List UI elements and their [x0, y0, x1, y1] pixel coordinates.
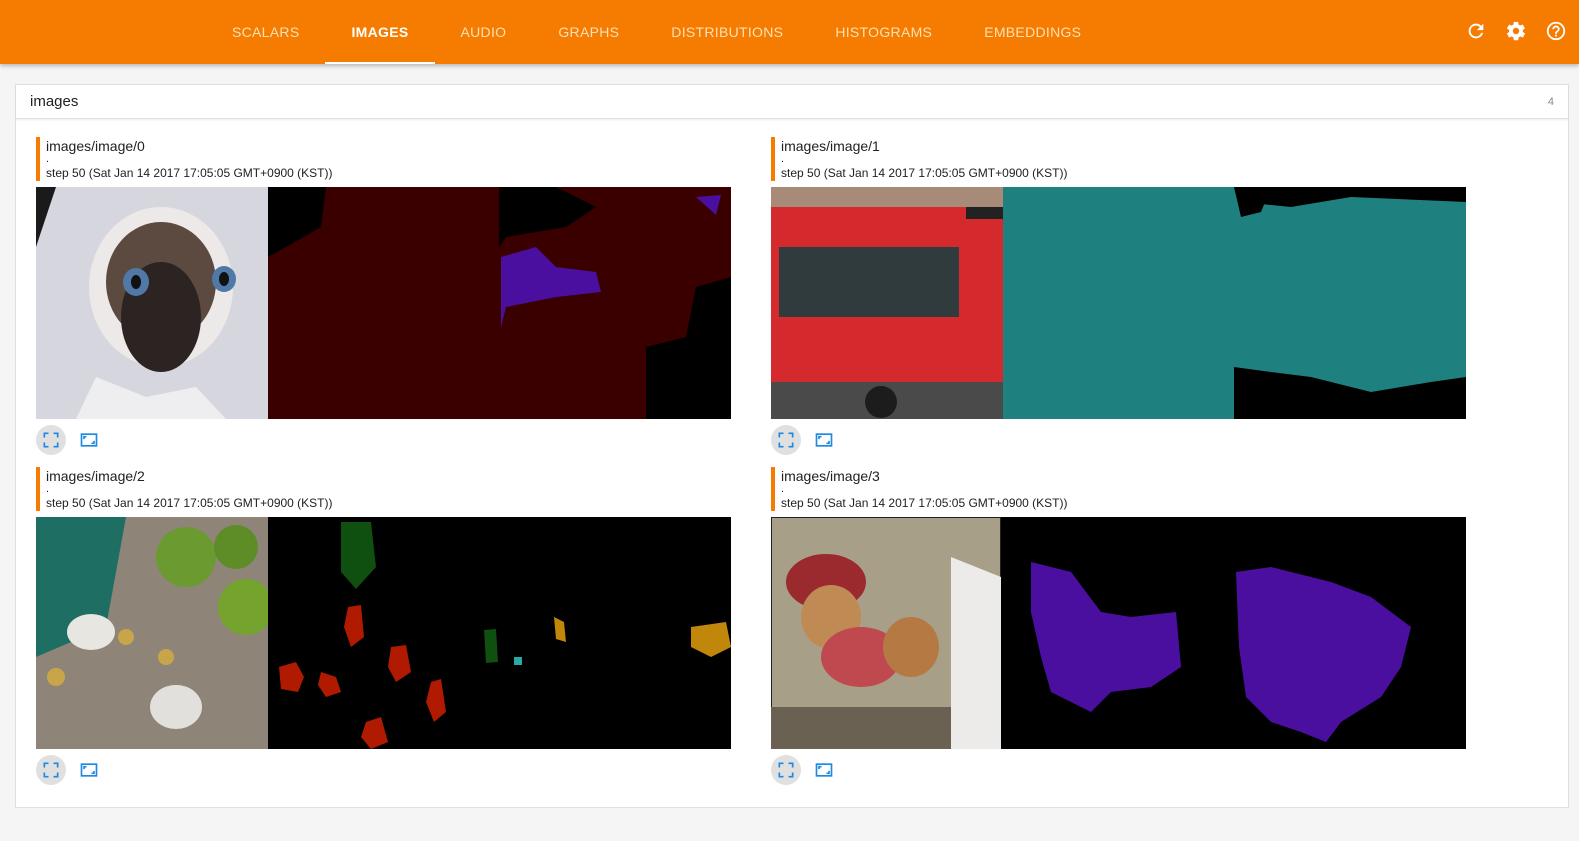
image-strip	[36, 517, 731, 749]
step-info: step 50 (Sat Jan 14 2017 17:05:05 GMT+09…	[781, 166, 1068, 180]
image-tag: images/image/3	[781, 468, 880, 484]
image-strip	[771, 517, 1466, 749]
tab-histograms[interactable]: HISTOGRAMS	[809, 0, 958, 64]
help-icon	[1546, 21, 1566, 41]
cat-segmentation-image	[36, 187, 731, 419]
image-tag: images/image/2	[46, 468, 145, 484]
step-info: step 50 (Sat Jan 14 2017 17:05:05 GMT+09…	[46, 496, 333, 510]
dogs-segmentation-image	[771, 517, 1466, 749]
step-info: step 50 (Sat Jan 14 2017 17:05:05 GMT+09…	[781, 496, 1068, 510]
aspect-ratio-icon	[80, 433, 98, 447]
step-info: step 50 (Sat Jan 14 2017 17:05:05 GMT+09…	[46, 166, 333, 180]
card-header: images/image/2 . step 50 (Sat Jan 14 201…	[36, 467, 736, 511]
card-header: images/image/1 . step 50 (Sat Jan 14 201…	[771, 137, 1471, 181]
image-controls	[771, 425, 839, 455]
fit-size-button[interactable]	[74, 755, 104, 785]
image-card: images/image/2 . step 50 (Sat Jan 14 201…	[36, 467, 736, 785]
tab-graphs[interactable]: GRAPHS	[532, 0, 645, 64]
fit-size-button[interactable]	[74, 425, 104, 455]
card-header: images/image/3 . step 50 (Sat Jan 14 201…	[771, 467, 1471, 511]
actual-size-button[interactable]	[36, 425, 66, 455]
fullscreen-icon	[778, 762, 794, 778]
dashboard-tabs: SCALARS IMAGES AUDIO GRAPHS DISTRIBUTION…	[206, 0, 1107, 64]
image-strip	[36, 187, 731, 419]
run-name: .	[781, 153, 785, 165]
image-strip	[771, 187, 1466, 419]
actual-size-button[interactable]	[36, 755, 66, 785]
top-bar: SCALARS IMAGES AUDIO GRAPHS DISTRIBUTION…	[0, 0, 1579, 64]
aspect-ratio-icon	[815, 433, 833, 447]
category-header[interactable]: images 4	[16, 85, 1568, 119]
category-count: 4	[1547, 95, 1554, 108]
tab-audio[interactable]: AUDIO	[435, 0, 533, 64]
bus-segmentation-image	[771, 187, 1466, 419]
category-title: images	[30, 93, 79, 110]
image-controls	[36, 755, 104, 785]
refresh-button[interactable]	[1461, 16, 1491, 46]
patio-segmentation-image	[36, 517, 731, 749]
images-category: images 4 images/image/0 . step 50 (Sat J…	[15, 84, 1569, 808]
aspect-ratio-icon	[815, 763, 833, 777]
fit-size-button[interactable]	[809, 755, 839, 785]
refresh-icon	[1468, 23, 1484, 39]
image-card: images/image/3 . step 50 (Sat Jan 14 201…	[771, 467, 1471, 785]
image-card: images/image/0 . step 50 (Sat Jan 14 201…	[36, 137, 736, 455]
run-name: .	[781, 483, 785, 495]
card-header: images/image/0 . step 50 (Sat Jan 14 201…	[36, 137, 736, 181]
fullscreen-icon	[778, 432, 794, 448]
image-controls	[36, 425, 104, 455]
image-card: images/image/1 . step 50 (Sat Jan 14 201…	[771, 137, 1471, 455]
actual-size-button[interactable]	[771, 755, 801, 785]
settings-icon	[1507, 21, 1525, 41]
tab-scalars[interactable]: SCALARS	[206, 0, 325, 64]
help-button[interactable]	[1541, 16, 1571, 46]
tab-images[interactable]: IMAGES	[325, 0, 435, 64]
toolbar-actions	[1461, 16, 1571, 46]
image-tag: images/image/1	[781, 138, 880, 154]
tab-distributions[interactable]: DISTRIBUTIONS	[645, 0, 809, 64]
aspect-ratio-icon	[80, 763, 98, 777]
tab-embeddings[interactable]: EMBEDDINGS	[958, 0, 1107, 64]
image-controls	[771, 755, 839, 785]
run-name: .	[46, 153, 50, 165]
settings-button[interactable]	[1501, 16, 1531, 46]
run-name: .	[46, 483, 50, 495]
fit-size-button[interactable]	[809, 425, 839, 455]
actual-size-button[interactable]	[771, 425, 801, 455]
image-tag: images/image/0	[46, 138, 145, 154]
fullscreen-icon	[43, 762, 59, 778]
fullscreen-icon	[43, 432, 59, 448]
